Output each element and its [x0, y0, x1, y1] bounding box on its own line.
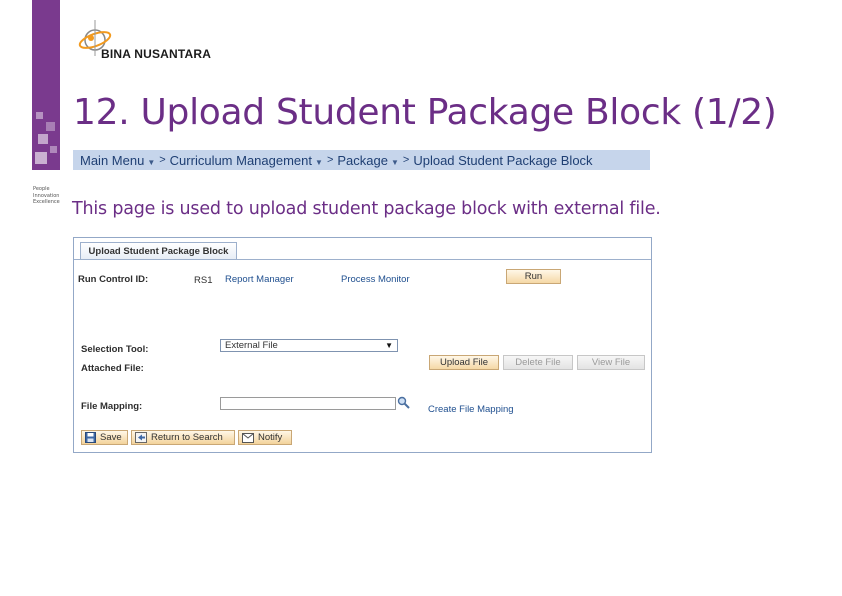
- tab-upload-student-package-block[interactable]: Upload Student Package Block: [80, 242, 237, 260]
- chevron-down-icon: ▼: [390, 157, 399, 167]
- decorative-side-strip: [32, 0, 60, 170]
- lookup-magnifier-icon[interactable]: [397, 396, 410, 409]
- upload-student-package-block-panel: Upload Student Package Block Run Control…: [73, 237, 652, 453]
- selection-tool-label: Selection Tool:: [81, 344, 149, 355]
- logo-text: BINA NUSANTARA: [101, 47, 212, 61]
- dropdown-arrow-icon: ▼: [385, 341, 393, 350]
- breadcrumb-package[interactable]: Package ▼: [337, 153, 399, 168]
- return-arrow-icon: [135, 432, 147, 443]
- create-file-mapping-link[interactable]: Create File Mapping: [428, 404, 514, 415]
- attached-file-label: Attached File:: [81, 363, 144, 374]
- breadcrumb-main-menu[interactable]: Main Menu ▼: [80, 153, 155, 168]
- breadcrumb: Main Menu ▼ > Curriculum Management ▼ > Pa…: [73, 150, 650, 170]
- run-control-id-value: RS1: [194, 275, 213, 286]
- breadcrumb-upload-student-package-block[interactable]: Upload Student Package Block: [413, 153, 592, 168]
- breadcrumb-separator: >: [402, 154, 410, 166]
- delete-file-button[interactable]: Delete File: [503, 355, 573, 370]
- report-manager-link[interactable]: Report Manager: [225, 274, 294, 285]
- tagline: People Innovation Excellence: [33, 186, 60, 205]
- process-monitor-link[interactable]: Process Monitor: [341, 274, 410, 285]
- run-control-id-label: Run Control ID:: [78, 274, 149, 285]
- chevron-down-icon: ▼: [315, 157, 323, 167]
- slide-title: 12. Upload Student Package Block (1/2): [73, 92, 777, 133]
- save-disk-icon: [85, 432, 96, 443]
- envelope-icon: [242, 432, 254, 443]
- breadcrumb-separator: >: [159, 154, 166, 166]
- file-mapping-input[interactable]: [220, 397, 396, 410]
- breadcrumb-curriculum-management[interactable]: Curriculum Management ▼: [170, 153, 323, 168]
- slide-description: This page is used to upload student pack…: [72, 199, 661, 219]
- upload-file-button[interactable]: Upload File: [429, 355, 499, 370]
- breadcrumb-separator: >: [326, 154, 334, 166]
- notify-button[interactable]: Notify: [238, 430, 292, 445]
- return-to-search-button[interactable]: Return to Search: [131, 430, 235, 445]
- tab-divider: [74, 259, 651, 260]
- save-button[interactable]: Save: [81, 430, 128, 445]
- selection-tool-select[interactable]: External File ▼: [220, 339, 398, 352]
- chevron-down-icon: ▼: [147, 157, 156, 167]
- view-file-button[interactable]: View File: [577, 355, 645, 370]
- run-button[interactable]: Run: [506, 269, 561, 284]
- file-mapping-label: File Mapping:: [81, 401, 143, 412]
